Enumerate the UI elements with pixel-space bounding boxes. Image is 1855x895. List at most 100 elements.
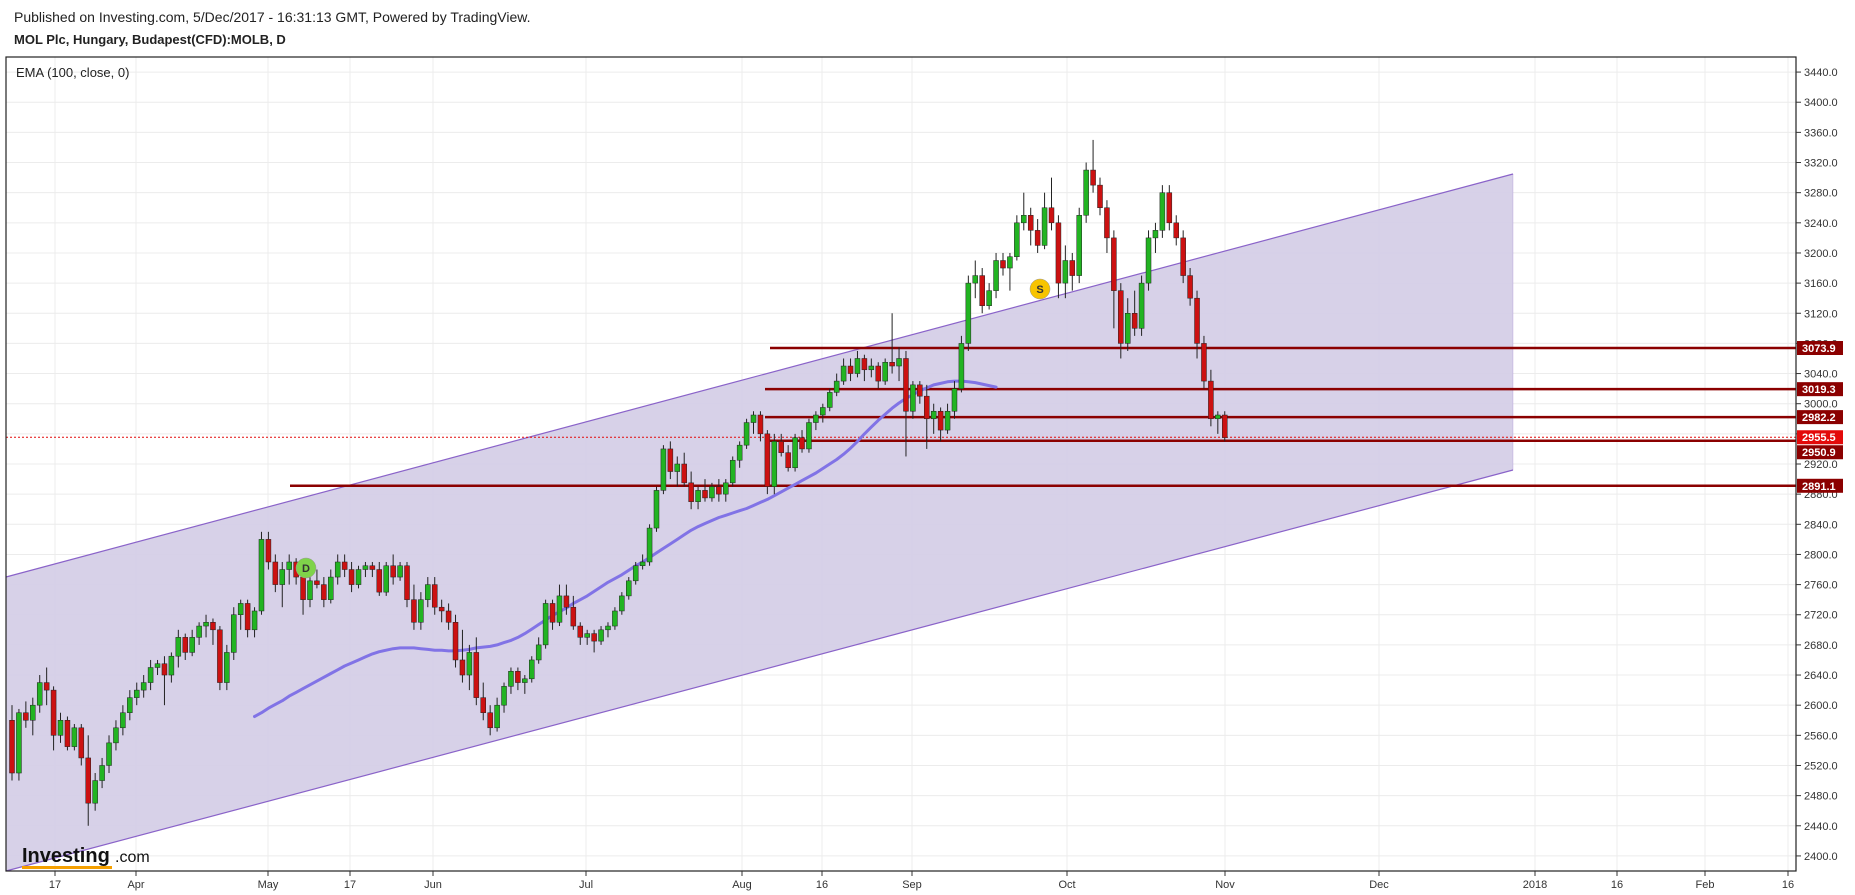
candle-body bbox=[78, 727, 85, 759]
y-tick-label: 2920.0 bbox=[1804, 459, 1838, 471]
candle-body bbox=[1194, 297, 1200, 344]
candle-body bbox=[757, 414, 764, 435]
candle-body bbox=[501, 686, 507, 706]
candle-body bbox=[175, 637, 182, 657]
candle-body bbox=[1062, 260, 1069, 284]
candle-body bbox=[445, 610, 452, 623]
candle-body bbox=[244, 603, 251, 631]
candle-body bbox=[785, 452, 791, 469]
candle-body bbox=[591, 633, 597, 642]
candle bbox=[653, 486, 660, 532]
candle-body bbox=[542, 603, 549, 646]
candle-body bbox=[605, 625, 611, 631]
candle bbox=[729, 456, 736, 487]
candle-body bbox=[487, 712, 493, 729]
candle-body bbox=[314, 580, 320, 585]
candle-body bbox=[71, 727, 78, 747]
candle-body bbox=[57, 720, 64, 736]
candle-body bbox=[217, 629, 223, 683]
candle-body bbox=[729, 459, 736, 484]
candlestick-chart[interactable]: DS 2400.02440.02480.02520.02560.02600.02… bbox=[0, 0, 1855, 895]
candle-body bbox=[799, 437, 805, 450]
y-tick-label: 3240.0 bbox=[1804, 218, 1838, 230]
y-tick-label: 3280.0 bbox=[1804, 188, 1838, 200]
candle-body bbox=[452, 622, 459, 661]
candle-body bbox=[1222, 414, 1228, 438]
y-tick-label: 2640.0 bbox=[1804, 670, 1838, 682]
candle-body bbox=[106, 742, 112, 766]
candle-body bbox=[563, 595, 570, 608]
x-tick-label: 2018 bbox=[1523, 879, 1547, 891]
candle bbox=[16, 708, 22, 781]
candle-body bbox=[355, 569, 362, 585]
candle-body bbox=[1048, 207, 1055, 224]
candle-body bbox=[688, 482, 694, 502]
candle-body bbox=[820, 407, 826, 416]
candle-body bbox=[1159, 192, 1166, 231]
candle-body bbox=[140, 682, 147, 691]
candle-body bbox=[1021, 215, 1027, 224]
candle-body bbox=[23, 712, 29, 721]
candle-body bbox=[1208, 380, 1214, 420]
price-label-text: 3073.9 bbox=[1802, 343, 1836, 355]
candle-body bbox=[1180, 237, 1186, 276]
candle-body bbox=[411, 599, 417, 623]
candle-body bbox=[813, 414, 819, 423]
x-tick-label: May bbox=[258, 879, 279, 891]
candle-body bbox=[598, 629, 604, 642]
candle-body bbox=[1104, 207, 1110, 239]
candle-body bbox=[764, 433, 771, 487]
candle-body bbox=[937, 410, 944, 431]
candle-body bbox=[321, 584, 327, 600]
candle-body bbox=[1173, 222, 1179, 239]
candle-body bbox=[494, 704, 500, 729]
candle-body bbox=[702, 490, 708, 499]
candle-body bbox=[300, 576, 306, 600]
x-tick-label: Feb bbox=[1696, 879, 1715, 891]
candle-body bbox=[1014, 222, 1020, 257]
candle-body bbox=[667, 448, 674, 472]
candle-body bbox=[258, 539, 265, 612]
y-tick-label: 2800.0 bbox=[1804, 549, 1838, 561]
candle-body bbox=[917, 384, 923, 397]
candle-body bbox=[154, 663, 161, 668]
price-label: 2950.9 bbox=[1797, 445, 1843, 460]
candle-body bbox=[750, 414, 757, 423]
candle-body bbox=[30, 704, 36, 721]
candle-body bbox=[328, 576, 334, 600]
candle-body bbox=[910, 384, 916, 412]
candle-body bbox=[279, 569, 286, 585]
candle bbox=[771, 433, 778, 495]
candle-body bbox=[806, 422, 812, 450]
x-tick-label: 17 bbox=[344, 879, 356, 891]
candle-body bbox=[570, 606, 577, 627]
candle bbox=[1222, 411, 1228, 442]
candle-body bbox=[612, 610, 618, 627]
candle-body bbox=[168, 655, 175, 676]
candle-body bbox=[639, 561, 646, 567]
candle-body bbox=[626, 580, 632, 597]
candle bbox=[1145, 230, 1152, 291]
candle bbox=[1138, 275, 1145, 336]
y-tick-label: 3360.0 bbox=[1804, 127, 1838, 139]
y-tick-label: 2440.0 bbox=[1804, 821, 1838, 833]
candle-body bbox=[889, 362, 895, 367]
candle-body bbox=[480, 697, 486, 713]
candle-body bbox=[660, 448, 667, 491]
candle-body bbox=[646, 527, 653, 563]
candle bbox=[529, 656, 535, 683]
candle-body bbox=[431, 584, 438, 608]
candle-body bbox=[632, 565, 639, 582]
candle-body bbox=[1187, 275, 1193, 299]
candle bbox=[64, 716, 71, 751]
candle-body bbox=[826, 392, 833, 408]
x-tick-label: Apr bbox=[127, 879, 144, 891]
candle-body bbox=[958, 343, 965, 389]
price-label-text: 2950.9 bbox=[1802, 447, 1836, 459]
candle-body bbox=[425, 584, 431, 600]
candle-body bbox=[903, 358, 909, 412]
candle-body bbox=[1145, 237, 1152, 284]
candle-body bbox=[1131, 313, 1138, 329]
ema-legend: EMA (100, close, 0) bbox=[16, 65, 129, 80]
x-tick-label: Oct bbox=[1058, 879, 1075, 891]
